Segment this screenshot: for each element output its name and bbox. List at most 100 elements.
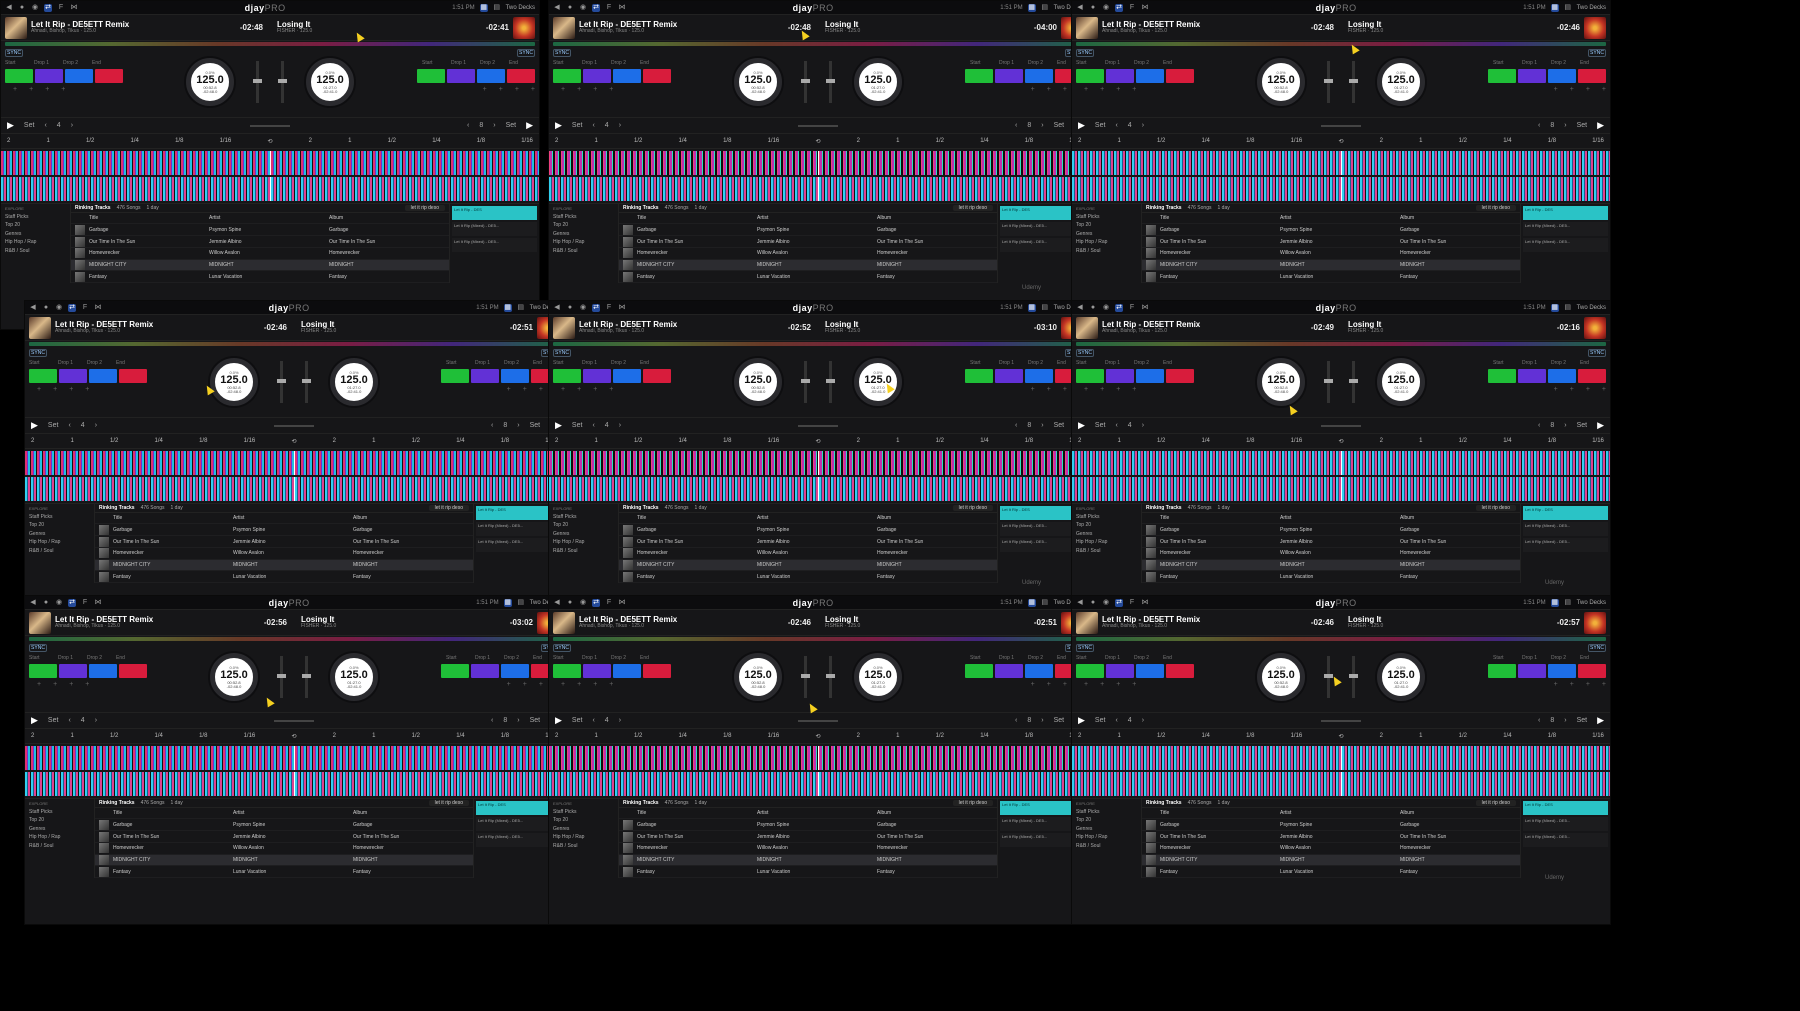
cue-pad-drop1[interactable] bbox=[995, 664, 1023, 678]
deck-a-play-button[interactable]: ▶ bbox=[555, 420, 562, 431]
chevron-left-icon[interactable]: ‹ bbox=[68, 422, 70, 429]
split-icon[interactable]: ⋈ bbox=[1141, 304, 1149, 312]
table-row[interactable]: Garbage Psymon Spine Garbage bbox=[1142, 524, 1520, 537]
sidebar-item[interactable]: R&B / Soul bbox=[29, 842, 90, 851]
table-row[interactable]: Our Time In The Sun Jemmie Albino Our Time… bbox=[95, 831, 473, 843]
deck-b-set-button[interactable]: Set bbox=[530, 717, 541, 724]
chevron-left-icon[interactable]: ‹ bbox=[1015, 717, 1017, 724]
table-row[interactable]: Fantasy Lunar Vacation Fantasy bbox=[1142, 271, 1520, 283]
deck-a-volume-fader[interactable] bbox=[277, 656, 286, 698]
record-icon[interactable]: ◉ bbox=[579, 599, 587, 607]
deck-a-jog-wheel[interactable]: 0.0% 125.0 00:52.8 -02:48.0 bbox=[734, 358, 782, 406]
chevron-right-icon[interactable]: › bbox=[1142, 122, 1144, 129]
queue-item[interactable]: Let It Rip (Mixed) - DE5... bbox=[1523, 522, 1608, 536]
queue-item[interactable]: Let It Rip - DES bbox=[1523, 206, 1608, 220]
deck-a-volume-fader[interactable] bbox=[801, 61, 810, 103]
fx-toggle-icon[interactable]: ⇄ bbox=[68, 303, 76, 312]
queue-item[interactable]: Let It Rip (Mixed) - DE5... bbox=[1523, 538, 1608, 552]
sidebar-item[interactable]: Top 20 bbox=[1076, 221, 1137, 230]
cue-pad-drop1[interactable] bbox=[1106, 69, 1134, 83]
layout-selector[interactable]: Two Decks bbox=[506, 5, 535, 11]
fx-icon[interactable]: F bbox=[605, 599, 613, 607]
deck-b-waveform[interactable] bbox=[1072, 177, 1610, 201]
sidebar-item[interactable]: Genres bbox=[553, 530, 614, 539]
deck-a-volume-fader[interactable] bbox=[801, 656, 810, 698]
sidebar-item[interactable]: Staff Picks bbox=[1076, 213, 1137, 222]
speaker-icon[interactable]: ◀ bbox=[5, 4, 13, 12]
speaker-icon[interactable]: ◀ bbox=[553, 599, 561, 607]
cue-pad-start[interactable] bbox=[553, 664, 581, 678]
chevron-right-icon[interactable]: › bbox=[619, 422, 621, 429]
layout-icon[interactable]: ▤ bbox=[1564, 4, 1572, 12]
deck-b-sync-button[interactable]: SYNC bbox=[1588, 644, 1606, 652]
table-row[interactable]: MIDNIGHT CITY MIDNIGHT MIDNIGHT bbox=[619, 559, 997, 572]
deck-b-set-button[interactable]: Set bbox=[1054, 122, 1065, 129]
split-icon[interactable]: ⋈ bbox=[618, 304, 626, 312]
deck-a-play-button[interactable]: ▶ bbox=[31, 715, 38, 726]
deck-a-volume-fader[interactable] bbox=[253, 61, 262, 103]
sidebar-item[interactable]: Staff Picks bbox=[553, 213, 614, 222]
cue-pad-drop2[interactable] bbox=[613, 69, 641, 83]
split-icon[interactable]: ⋈ bbox=[1141, 599, 1149, 607]
sidebar-item[interactable]: Staff Picks bbox=[5, 213, 66, 222]
cue-pad-end[interactable] bbox=[1166, 369, 1194, 383]
table-row[interactable]: Homewrecker Willow Avalon Homewrecker bbox=[619, 248, 997, 260]
deck-a-play-button[interactable]: ▶ bbox=[31, 420, 38, 431]
sidebar-item[interactable]: R&B / Soul bbox=[1076, 547, 1137, 556]
chevron-right-icon[interactable]: › bbox=[1564, 422, 1566, 429]
deck-b-volume-fader[interactable] bbox=[302, 361, 311, 403]
chevron-left-icon[interactable]: ‹ bbox=[1015, 422, 1017, 429]
fx-toggle-icon[interactable]: ⇄ bbox=[44, 3, 52, 12]
queue-item[interactable]: Let It Rip (Mixed) - DE5... bbox=[452, 222, 537, 236]
cue-pad-drop2[interactable] bbox=[89, 369, 117, 383]
table-row[interactable]: MIDNIGHT CITY MIDNIGHT MIDNIGHT bbox=[1142, 559, 1520, 572]
loop-icon[interactable]: ⟲ bbox=[815, 138, 820, 145]
deck-a-set-button[interactable]: Set bbox=[572, 422, 583, 429]
table-row[interactable]: Garbage Psymon Spine Garbage bbox=[71, 224, 449, 237]
cue-pad-start[interactable] bbox=[5, 69, 33, 83]
deck-a-jog-wheel[interactable]: 0.0% 125.0 00:52.8 -02:48.0 bbox=[734, 58, 782, 106]
chevron-left-icon[interactable]: ‹ bbox=[1115, 717, 1117, 724]
cue-pad-drop2[interactable] bbox=[1025, 69, 1053, 83]
sidebar-item[interactable]: Staff Picks bbox=[553, 808, 614, 817]
layout-icon[interactable]: ▤ bbox=[517, 304, 525, 312]
cue-pad-end[interactable] bbox=[507, 69, 535, 83]
deck-b-sync-button[interactable]: SYNC bbox=[1588, 349, 1606, 357]
deck-b-waveform[interactable] bbox=[549, 477, 1087, 501]
search-input[interactable]: let it rip deso bbox=[1475, 799, 1516, 806]
deck-a-waveform[interactable] bbox=[549, 151, 1087, 175]
deck-a-jog-wheel[interactable]: 0.0% 125.0 00:52.8 -02:48.0 bbox=[734, 653, 782, 701]
chevron-right-icon[interactable]: › bbox=[517, 422, 519, 429]
split-icon[interactable]: ⋈ bbox=[618, 4, 626, 12]
grid-icon[interactable]: ▦ bbox=[479, 3, 488, 12]
deck-b-jog-wheel[interactable]: 0.0% 125.0 01:27.0 -02:41.0 bbox=[1377, 653, 1425, 701]
cue-pad-start[interactable] bbox=[1076, 369, 1104, 383]
layout-selector[interactable]: Two Decks bbox=[1577, 5, 1606, 11]
cue-pad-end[interactable] bbox=[119, 664, 147, 678]
table-row[interactable]: MIDNIGHT CITY MIDNIGHT MIDNIGHT bbox=[1142, 854, 1520, 867]
layout-icon[interactable]: ▤ bbox=[1564, 304, 1572, 312]
queue-item[interactable]: Let It Rip - DES bbox=[1523, 801, 1608, 815]
chevron-right-icon[interactable]: › bbox=[1041, 717, 1043, 724]
cue-pad-drop1[interactable] bbox=[1518, 664, 1546, 678]
cue-pad-drop2[interactable] bbox=[1136, 69, 1164, 83]
cue-pad-start[interactable] bbox=[417, 69, 445, 83]
deck-a-sync-button[interactable]: SYNC bbox=[29, 644, 47, 652]
cue-pad-drop2[interactable] bbox=[65, 69, 93, 83]
sidebar-item[interactable]: Genres bbox=[29, 825, 90, 834]
split-icon[interactable]: ⋈ bbox=[618, 599, 626, 607]
sidebar-item[interactable]: Hip Hop / Rap bbox=[1076, 833, 1137, 842]
deck-b-play-button[interactable]: ▶ bbox=[1597, 715, 1604, 726]
queue-item[interactable]: Let It Rip (Mixed) - DE5... bbox=[1523, 833, 1608, 847]
grid-icon[interactable]: ▦ bbox=[1550, 598, 1559, 607]
cue-pad-end[interactable] bbox=[95, 69, 123, 83]
sidebar-item[interactable]: R&B / Soul bbox=[1076, 247, 1137, 256]
deck-a-waveform[interactable] bbox=[1, 151, 539, 175]
cue-pad-drop2[interactable] bbox=[501, 369, 529, 383]
chevron-right-icon[interactable]: › bbox=[95, 717, 97, 724]
search-input[interactable]: let it rip deso bbox=[1475, 204, 1516, 211]
chevron-left-icon[interactable]: ‹ bbox=[44, 122, 46, 129]
sidebar-item[interactable]: Genres bbox=[29, 530, 90, 539]
mic-icon[interactable]: ● bbox=[1089, 4, 1097, 12]
record-icon[interactable]: ◉ bbox=[579, 4, 587, 12]
